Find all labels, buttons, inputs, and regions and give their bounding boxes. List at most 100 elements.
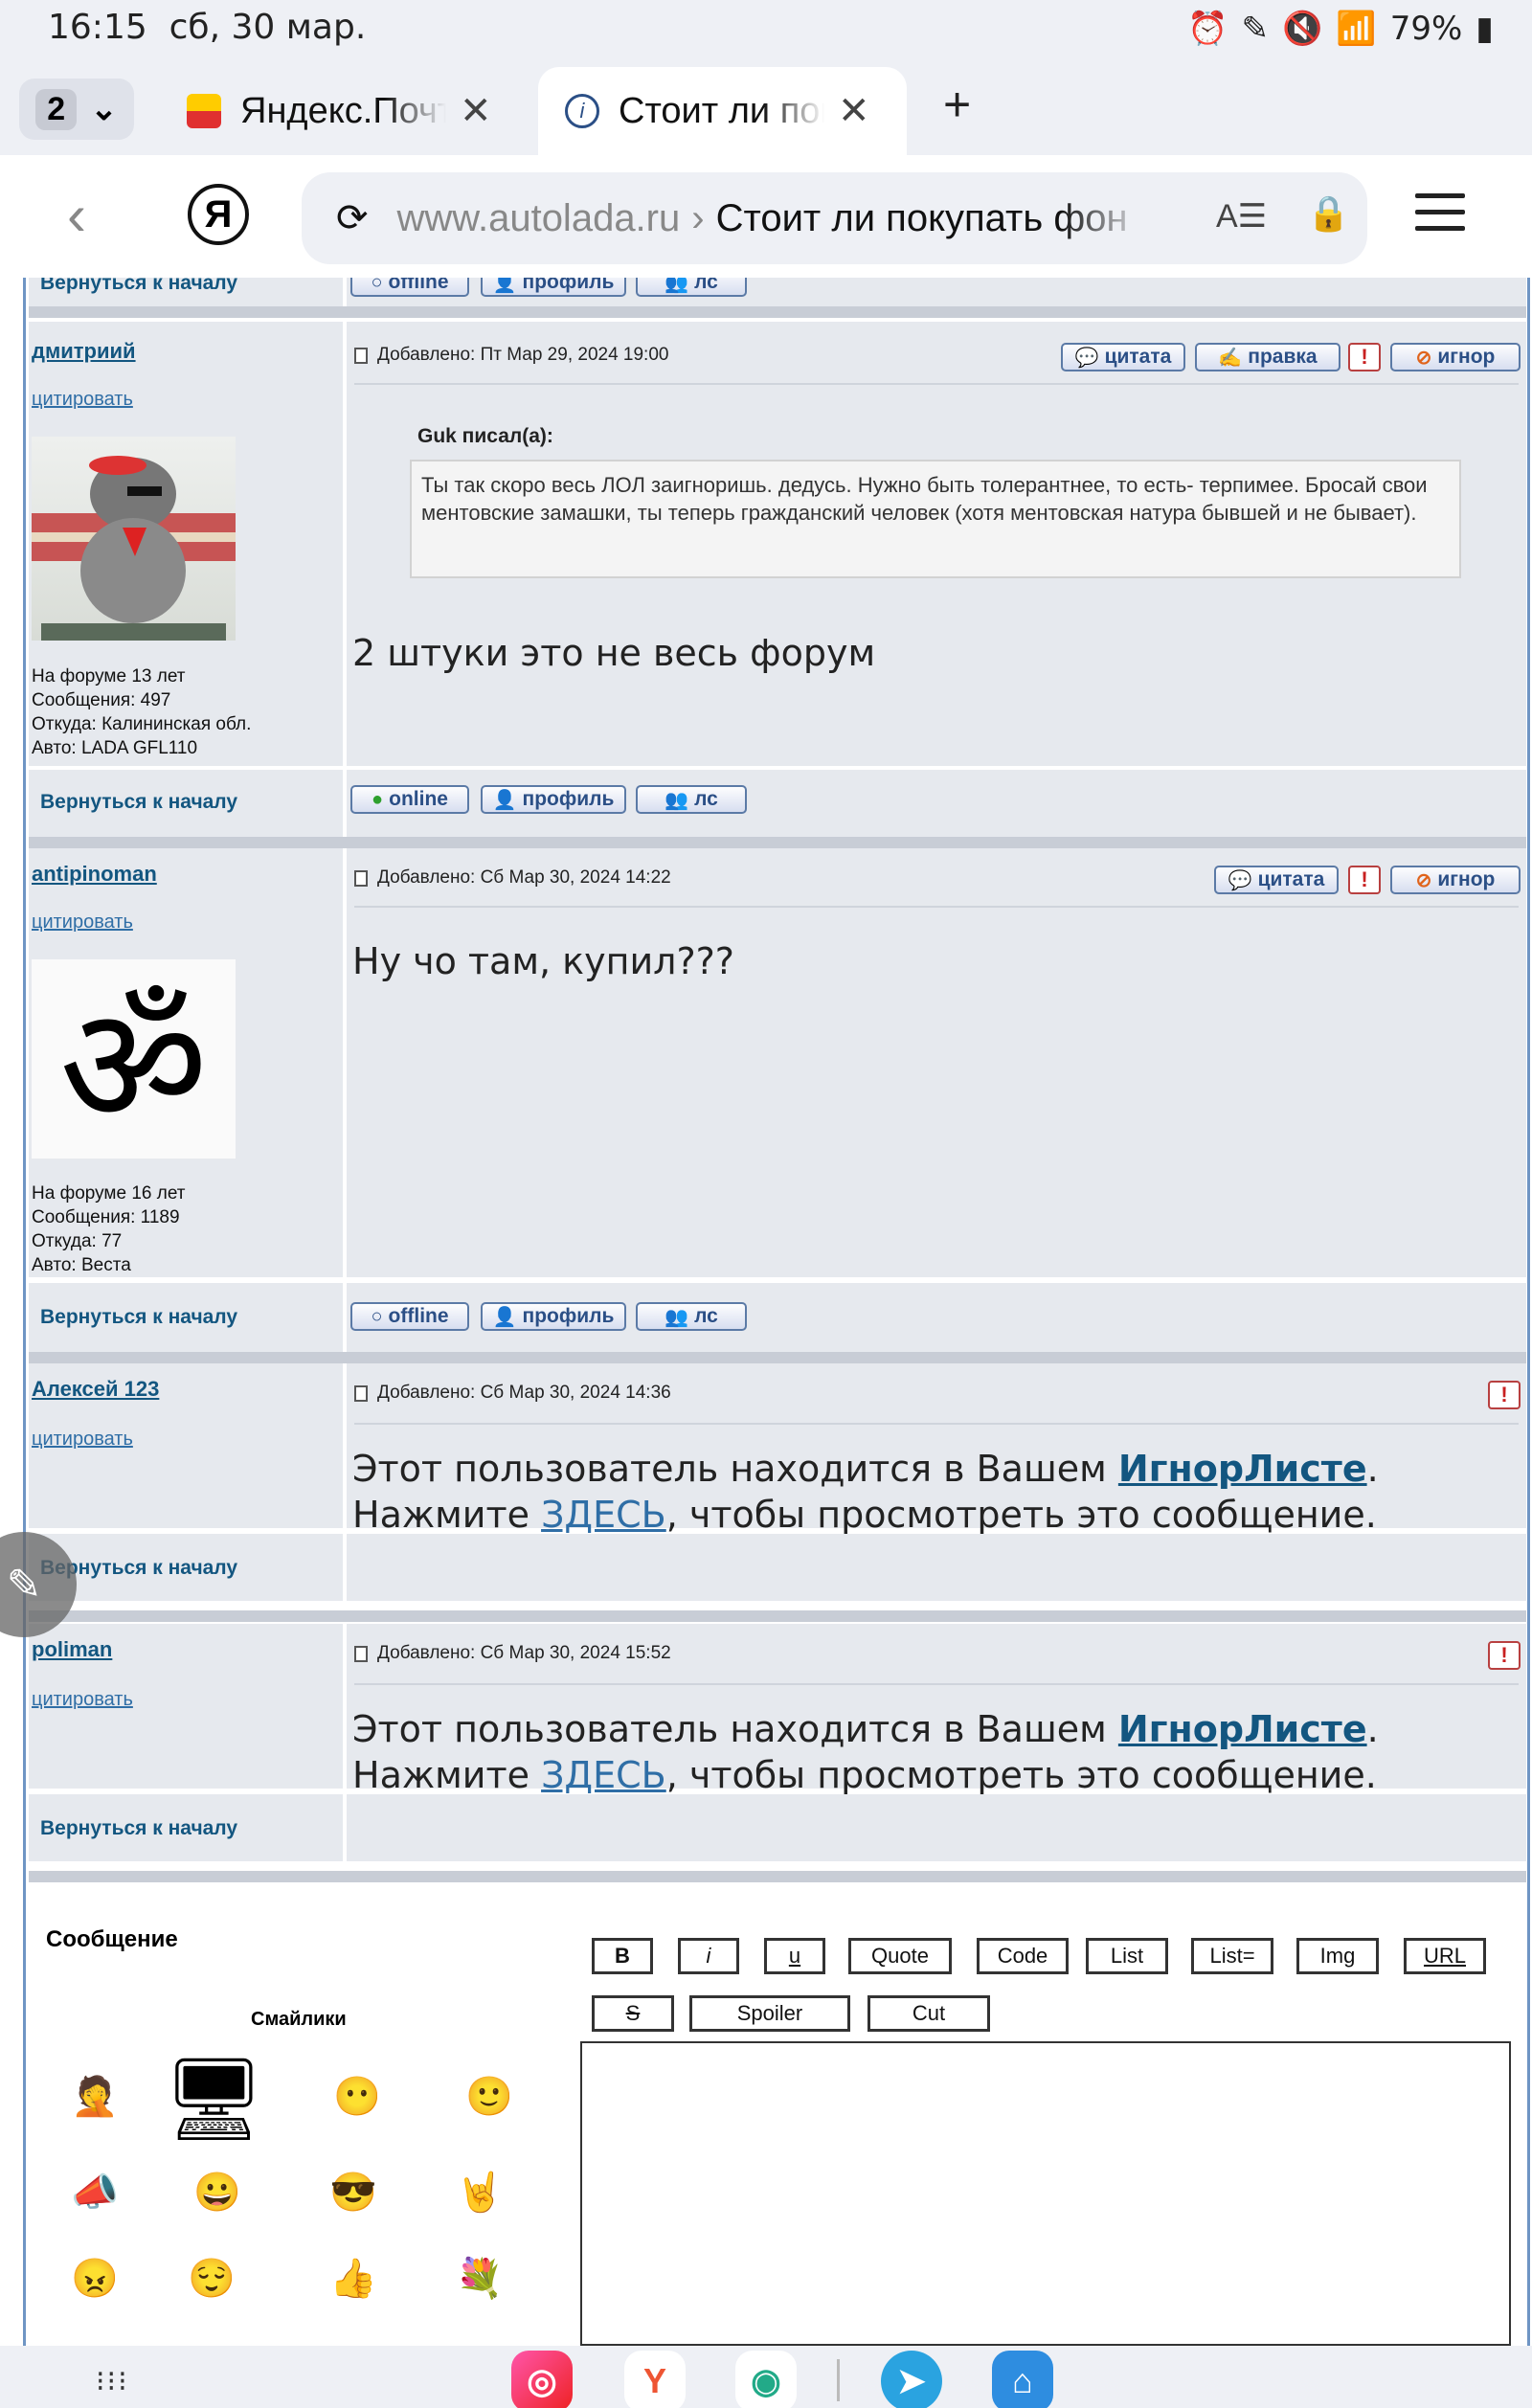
smiley-flowers-icon[interactable]: 💐	[456, 2260, 504, 2298]
post-username[interactable]: poliman	[32, 1637, 112, 1662]
tab-autolada[interactable]: i Стоит ли покупать ✕	[538, 67, 907, 155]
tab-count-button[interactable]: 2 ⌄	[19, 79, 134, 140]
post-icon	[354, 1645, 368, 1662]
pm-button[interactable]: 👥 лс	[636, 1302, 747, 1331]
om-avatar-icon[interactable]: ॐ	[32, 959, 236, 1161]
reader-mode-icon[interactable]: A☰	[1216, 197, 1267, 236]
post-date: Добавлено: Сб Мар 30, 2024 14:22	[354, 867, 671, 889]
tab-yandex-mail[interactable]: Яндекс.Почта ✕	[187, 67, 503, 155]
smart-home-icon[interactable]: ⌂	[992, 2351, 1053, 2408]
user-info: На форуме 13 лет Сообщения: 497 Откуда: Ка…	[32, 666, 252, 758]
url-separator: ›	[691, 196, 705, 239]
smiley-grin-icon[interactable]: 😀	[193, 2173, 241, 2212]
url-page-title: Стоит ли покупать фон	[715, 196, 1128, 239]
smiley-facepalm-icon[interactable]: 🤦	[71, 2078, 119, 2116]
url-tag-button[interactable]: URL	[1404, 1938, 1486, 1974]
img-tag-button[interactable]: Img	[1296, 1938, 1379, 1974]
url-host: www.autolada.ru	[396, 196, 681, 239]
cut-button[interactable]: Cut	[867, 1995, 990, 2032]
spoiler-button[interactable]: Spoiler	[689, 1995, 850, 2032]
lock-icon[interactable]: 🔒	[1307, 193, 1350, 234]
profile-icon: 👤	[492, 789, 517, 811]
post-date: Добавлено: Пт Мар 29, 2024 19:00	[354, 345, 668, 366]
report-button[interactable]: !	[1488, 1381, 1521, 1409]
italic-button[interactable]: i	[678, 1938, 739, 1974]
smiley-cool-icon[interactable]: 😎	[329, 2173, 377, 2212]
profile-button[interactable]: 👤 профиль	[481, 278, 626, 297]
yandex-browser-icon[interactable]: Y	[624, 2351, 686, 2408]
smiley-computer-desk-icon[interactable]: 🖥	[163, 2059, 265, 2139]
code-tag-button[interactable]: Code	[977, 1938, 1069, 1974]
quote-icon: 💬	[1074, 347, 1099, 369]
smiley-smile-icon[interactable]: 🙂	[465, 2078, 513, 2116]
post-message: 2 штуки это не весь форум	[352, 632, 876, 674]
report-button[interactable]: !	[1488, 1641, 1521, 1670]
pm-button[interactable]: 👥 лс	[636, 785, 747, 814]
post-icon	[354, 1384, 368, 1402]
profile-button[interactable]: 👤 профиль	[481, 1302, 626, 1331]
new-tab-button[interactable]: +	[943, 77, 971, 132]
profile-icon: 👤	[492, 278, 517, 294]
back-to-top-link[interactable]: Вернуться к началу	[40, 278, 237, 295]
reload-icon[interactable]: ⟳	[336, 196, 369, 240]
status-bar: 16:15 сб, 30 мар. ⏰ ✎ 🔇 📶 79% ▮	[0, 0, 1532, 57]
cite-link[interactable]: цитировать	[32, 911, 133, 934]
telegram-icon[interactable]: ➤	[881, 2351, 942, 2408]
report-button[interactable]: !	[1348, 343, 1381, 371]
avatar[interactable]	[32, 437, 236, 641]
pen-icon: ✎	[1241, 10, 1270, 48]
show-message-link[interactable]: ЗДЕСЬ	[541, 1494, 666, 1536]
back-to-top-link[interactable]: Вернуться к началу	[40, 1306, 237, 1329]
yandex-logo-icon[interactable]: Я	[188, 184, 249, 245]
edit-icon: ✍	[1218, 347, 1243, 369]
menu-icon[interactable]	[1415, 193, 1465, 242]
show-message-link[interactable]: ЗДЕСЬ	[541, 1754, 666, 1796]
back-arrow-icon[interactable]: ‹	[67, 182, 86, 248]
cite-link[interactable]: цитировать	[32, 1429, 133, 1451]
edit-button[interactable]: ✍ правка	[1195, 343, 1340, 371]
post-username[interactable]: antipinoman	[32, 862, 157, 887]
ignore-list-link[interactable]: ИгнорЛисте	[1118, 1448, 1367, 1490]
post-username[interactable]: дмитриий	[32, 339, 136, 364]
online-button[interactable]: ● online	[350, 785, 469, 814]
report-button[interactable]: !	[1348, 866, 1381, 894]
smiley-angry-icon[interactable]: 😠	[71, 2260, 119, 2298]
post-body-cell	[347, 848, 1526, 1277]
back-to-top-link[interactable]: Вернуться к началу	[40, 1817, 237, 1840]
list-tag-button[interactable]: List	[1086, 1938, 1168, 1974]
quote-tag-button[interactable]: Quote	[848, 1938, 952, 1974]
post-icon	[354, 347, 368, 364]
quote-button[interactable]: 💬 цитата	[1061, 343, 1185, 371]
ignore-list-link[interactable]: ИгнорЛисте	[1118, 1708, 1367, 1750]
ignore-button[interactable]: ⊘ игнор	[1390, 866, 1521, 894]
message-label: Сообщение	[46, 1926, 178, 1952]
smiley-thumbs-icon[interactable]: 👍	[329, 2260, 377, 2298]
post-username[interactable]: Алексей 123	[32, 1377, 159, 1402]
app-drawer-icon[interactable]: ⁝⁝⁝	[96, 2365, 129, 2398]
smiley-apple-icon[interactable]: 😶	[333, 2078, 381, 2116]
cite-link[interactable]: цитировать	[32, 1689, 133, 1711]
smiley-wave-icon[interactable]: 😌	[188, 2260, 236, 2298]
offline-button[interactable]: ○ offline	[350, 278, 469, 297]
list-numbered-button[interactable]: List=	[1191, 1938, 1273, 1974]
address-bar[interactable]: ⟳ www.autolada.ru › Стоит ли покупать фо…	[302, 172, 1367, 264]
pm-icon: 👥	[665, 1306, 689, 1328]
underline-button[interactable]: u	[764, 1938, 825, 1974]
quote-button[interactable]: 💬 цитата	[1214, 866, 1339, 894]
back-to-top-link[interactable]: Вернуться к началу	[40, 791, 237, 814]
smiley-rock-icon[interactable]: 🤘	[456, 2173, 504, 2212]
cite-link[interactable]: цитировать	[32, 389, 133, 411]
message-textarea[interactable]	[580, 2041, 1511, 2346]
profile-icon: 👤	[492, 1306, 517, 1328]
ignore-button[interactable]: ⊘ игнор	[1390, 343, 1521, 371]
profile-button[interactable]: 👤 профиль	[481, 785, 626, 814]
bold-button[interactable]: B	[592, 1938, 653, 1974]
close-tab-icon[interactable]: ✕	[838, 89, 870, 133]
pm-button[interactable]: 👥 лс	[636, 278, 747, 297]
smiley-shout-icon[interactable]: 📣	[71, 2173, 119, 2212]
offline-button[interactable]: ○ offline	[350, 1302, 469, 1331]
close-tab-icon[interactable]: ✕	[460, 89, 492, 133]
strike-button[interactable]: S	[592, 1995, 674, 2032]
chrome-icon[interactable]: ◉	[735, 2351, 797, 2408]
instagram-icon[interactable]: ◎	[511, 2351, 573, 2408]
